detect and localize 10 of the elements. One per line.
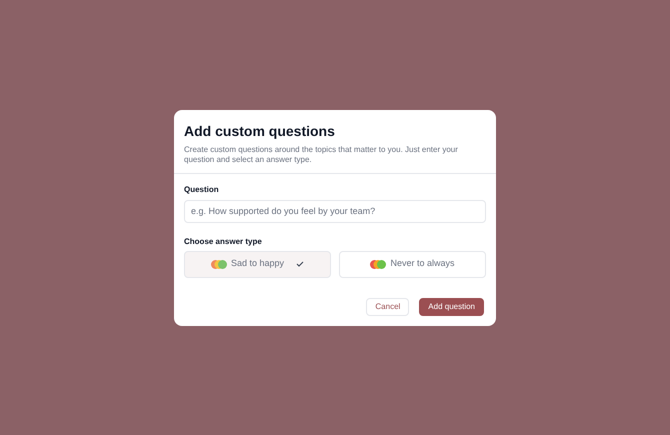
checkmark-icon — [296, 261, 304, 267]
add-question-button[interactable]: Add question — [419, 298, 484, 316]
answer-type-label: Choose answer type — [184, 236, 263, 248]
dialog-description: Create custom questions around the topics that matter to you. Just enter your question and select an answer type. — [184, 144, 459, 164]
dialog-title: Add custom questions — [184, 122, 336, 140]
question-label: Question — [184, 184, 220, 196]
cancel-button[interactable]: Cancel — [366, 298, 410, 316]
answer-type-option[interactable]: Sad to happy — [184, 250, 331, 278]
answer-type-option[interactable]: Never to always — [339, 250, 486, 278]
question-field[interactable]: e.g. How supported do you feel by your team? — [184, 200, 486, 222]
